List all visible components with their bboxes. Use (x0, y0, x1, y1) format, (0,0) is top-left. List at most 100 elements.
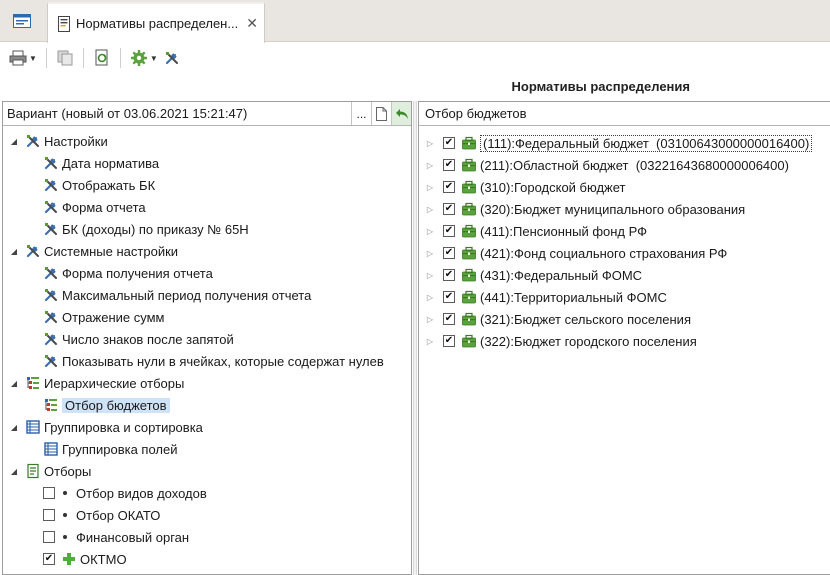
budget-item[interactable]: ▷ (441):Территориальный ФОМС (425, 286, 667, 308)
tree-item[interactable]: ОКТМО (43, 548, 127, 570)
expand-arrow-icon[interactable]: ▷ (425, 204, 435, 214)
grouping-icon (43, 441, 59, 457)
checkbox[interactable] (43, 487, 55, 499)
checkbox[interactable] (43, 531, 55, 543)
tree-item-label: Число знаков после запятой (62, 331, 234, 347)
checkbox[interactable] (43, 509, 55, 521)
tree-item[interactable]: Форма отчета (43, 196, 146, 218)
collapse-arrow-icon[interactable]: ◢ (9, 246, 19, 256)
tools-icon (164, 50, 178, 65)
budget-item[interactable]: ▷ (211):Областной бюджет (032216436800000… (425, 154, 789, 176)
window-icon (13, 14, 31, 28)
budget-item-label: (421):Фонд социального страхования РФ (480, 245, 728, 261)
tree-item-label: Отбор видов доходов (76, 485, 207, 501)
tree-item[interactable]: Отображать БК (43, 174, 155, 196)
tab-normatives[interactable]: Нормативы распределен... ✕ (47, 2, 265, 43)
budget-item[interactable]: ▷ (310):Городской бюджет (425, 176, 626, 198)
expand-arrow-icon[interactable]: ▷ (425, 336, 435, 346)
collapse-arrow-icon[interactable]: ◢ (9, 466, 19, 476)
checkbox[interactable] (443, 269, 455, 281)
tree-item[interactable]: Число знаков после запятой (43, 328, 234, 350)
expand-arrow-icon[interactable]: ▷ (425, 270, 435, 280)
variant-back-button[interactable] (391, 102, 411, 125)
tree-item[interactable]: Показывать нули в ячейках, которые содер… (43, 350, 384, 372)
settings-panel: Вариант (новый от 03.06.2021 15:21:47) .… (2, 101, 412, 575)
checkbox[interactable] (443, 225, 455, 237)
budget-item[interactable]: ▷ (321):Бюджет сельского поселения (425, 308, 691, 330)
variant-bar: Вариант (новый от 03.06.2021 15:21:47) .… (3, 102, 411, 126)
tree-item[interactable]: Отбор видов доходов (43, 482, 207, 504)
tree-item-label: Настройки (44, 133, 108, 149)
expand-arrow-icon[interactable]: ▷ (425, 160, 435, 170)
checkbox[interactable] (443, 203, 455, 215)
collapse-arrow-icon[interactable]: ◢ (9, 378, 19, 388)
expand-arrow-icon[interactable]: ▷ (425, 138, 435, 148)
checkbox[interactable] (443, 159, 455, 171)
tree-item[interactable]: ◢ Системные настройки (9, 240, 178, 262)
budget-item[interactable]: ▷ (431):Федеральный ФОМС (425, 264, 642, 286)
tree-item[interactable]: ◢ Иерархические отборы (9, 372, 184, 394)
refresh-button[interactable] (90, 46, 114, 70)
chevron-down-icon[interactable]: ▼ (29, 54, 37, 63)
budget-icon (461, 135, 477, 151)
checkbox[interactable] (443, 247, 455, 259)
checkbox[interactable] (443, 335, 455, 347)
budget-item[interactable]: ▷ (421):Фонд социального страхования РФ (425, 242, 727, 264)
budget-item[interactable]: ▷ (111):Федеральный бюджет (0310064300000… (425, 132, 813, 154)
toolbar-divider (45, 48, 47, 68)
checkbox[interactable] (443, 181, 455, 193)
tree-item[interactable]: Дата норматива (43, 152, 159, 174)
expand-arrow-icon[interactable]: ▷ (425, 314, 435, 324)
budget-item[interactable]: ▷ (322):Бюджет городского поселения (425, 330, 697, 352)
tree-item[interactable]: Финансовый орган (43, 526, 189, 548)
tree-item[interactable]: БК (доходы) по приказу № 65Н (43, 218, 249, 240)
copy-button[interactable] (53, 46, 77, 70)
expand-arrow-icon[interactable]: ▷ (425, 226, 435, 236)
tree-item[interactable]: ◢ Отборы (9, 460, 91, 482)
tools-icon (25, 243, 41, 259)
budget-icon (461, 179, 477, 195)
printer-icon (9, 50, 27, 66)
refresh-icon (95, 49, 108, 66)
tools-icon (43, 331, 59, 347)
settings-button[interactable]: ▼ (127, 46, 161, 70)
checkbox[interactable] (443, 291, 455, 303)
budget-item[interactable]: ▷ (411):Пенсионный фонд РФ (425, 220, 647, 242)
bullet-icon (63, 513, 67, 517)
tools-icon (43, 177, 59, 193)
home-tab[interactable] (0, 0, 44, 42)
panel-splitter[interactable] (413, 101, 417, 575)
collapse-arrow-icon[interactable]: ◢ (9, 422, 19, 432)
close-icon[interactable]: ✕ (246, 15, 258, 32)
budget-icon (461, 223, 477, 239)
page-icon (376, 106, 387, 121)
chevron-down-icon[interactable]: ▼ (150, 54, 158, 63)
tree-item[interactable]: ◢ Настройки (9, 130, 108, 152)
tree-item[interactable]: Группировка полей (43, 438, 177, 460)
toolbar-divider (82, 48, 84, 68)
tools-button[interactable] (161, 46, 183, 70)
checkbox[interactable] (443, 137, 455, 149)
expand-arrow-icon[interactable]: ▷ (425, 182, 435, 192)
tree-item[interactable]: ◢ Группировка и сортировка (9, 416, 203, 438)
ellipsis-label: ... (356, 106, 367, 121)
tree-item[interactable]: Отражение сумм (43, 306, 164, 328)
expand-arrow-icon[interactable]: ▷ (425, 248, 435, 258)
collapse-arrow-icon[interactable]: ◢ (9, 136, 19, 146)
tree-item[interactable]: Отбор бюджетов (43, 394, 170, 416)
tree-item-label: Дата норматива (62, 155, 160, 171)
tree-item[interactable]: Форма получения отчета (43, 262, 213, 284)
budget-item-label: (321):Бюджет сельского поселения (480, 311, 691, 327)
tree-item[interactable]: Максимальный период получения отчета (43, 284, 311, 306)
tree-item[interactable]: Отбор ОКАТО (43, 504, 160, 526)
panel-header: Отбор бюджетов (419, 102, 830, 126)
gear-icon (130, 50, 147, 66)
checkbox[interactable] (43, 553, 55, 565)
checkbox[interactable] (443, 313, 455, 325)
variant-save-button[interactable] (371, 102, 391, 125)
budget-item[interactable]: ▷ (320):Бюджет муниципального образования (425, 198, 745, 220)
expand-arrow-icon[interactable]: ▷ (425, 292, 435, 302)
print-button[interactable]: ▼ (6, 46, 40, 70)
budget-item-label: (320):Бюджет муниципального образования (480, 201, 746, 217)
variant-more-button[interactable]: ... (351, 102, 371, 125)
